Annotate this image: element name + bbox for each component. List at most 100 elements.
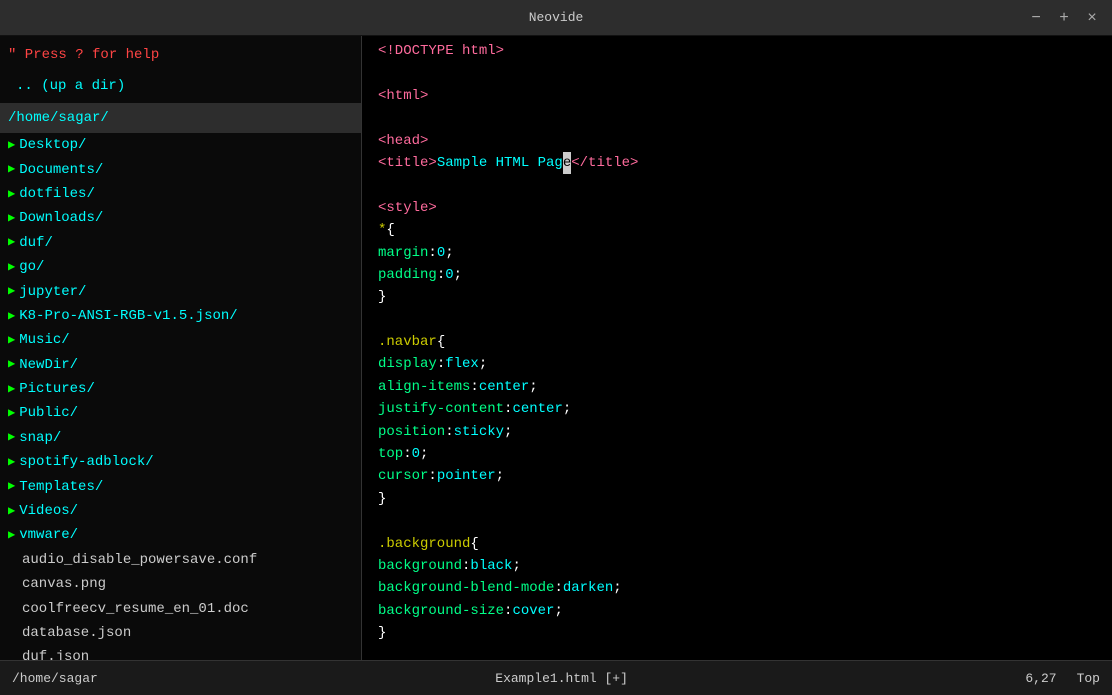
titlebar: Neovide − + × [0,0,1112,36]
editor-line: } [362,488,1112,510]
dir-name: Desktop/ [19,134,86,156]
list-item[interactable]: audio_disable_powersave.conf [0,548,361,572]
editor-line: <html> [362,85,1112,107]
list-item[interactable]: ▶vmware/ [0,523,361,547]
editor-panel[interactable]: <!DOCTYPE html> <html> <head> <title>Sam… [362,36,1112,660]
dir-name: Pictures/ [19,378,95,400]
list-item[interactable]: ▶Downloads/ [0,206,361,230]
arrow-icon: ▶ [8,428,15,447]
list-item[interactable]: ▶go/ [0,255,361,279]
list-item[interactable]: ▶duf/ [0,231,361,255]
editor-line: justify-content: center; [362,398,1112,420]
editor-line: position: sticky; [362,421,1112,443]
list-item[interactable]: ▶Templates/ [0,475,361,499]
dir-name: go/ [19,256,44,278]
editor-line [362,62,1112,84]
list-item[interactable]: ▶Documents/ [0,158,361,182]
editor-line: background: black; [362,555,1112,577]
arrow-icon: ▶ [8,453,15,472]
editor-line: .navbar { [362,331,1112,353]
dir-name: duf/ [19,232,53,254]
arrow-icon: ▶ [8,185,15,204]
dir-name: Videos/ [19,500,78,522]
dir-name: spotify-adblock/ [19,451,153,473]
statusbar-center: Example1.html [+] [495,671,628,686]
help-text-content: " Press ? for help [8,44,159,66]
file-name: database.json [22,622,131,644]
list-item[interactable]: ▶NewDir/ [0,353,361,377]
file-name: duf.json [22,646,89,660]
editor-line [362,107,1112,129]
list-item[interactable]: ▶K8-Pro-ANSI-RGB-v1.5.json/ [0,304,361,328]
arrow-icon: ▶ [8,160,15,179]
arrow-icon: ▶ [8,233,15,252]
editor-line [362,510,1112,532]
current-dir-label: /home/sagar/ [8,107,109,129]
editor-line: } [362,622,1112,644]
statusbar-left: /home/sagar [12,671,98,686]
dir-name: K8-Pro-ANSI-RGB-v1.5.json/ [19,305,237,327]
dir-name: dotfiles/ [19,183,95,205]
minimize-button[interactable]: − [1026,10,1046,26]
file-tree-list: ▶Desktop/▶Documents/▶dotfiles/▶Downloads… [0,133,361,660]
editor-line: background-size: cover; [362,600,1112,622]
list-item[interactable]: ▶Videos/ [0,499,361,523]
arrow-icon: ▶ [8,404,15,423]
list-item[interactable]: ▶Pictures/ [0,377,361,401]
status-position: 6,27 [1025,671,1056,686]
editor-line: background-blend-mode: darken; [362,577,1112,599]
list-item[interactable]: ▶Desktop/ [0,133,361,157]
editor-line: <style> [362,197,1112,219]
list-item[interactable]: ▶jupyter/ [0,280,361,304]
maximize-button[interactable]: + [1054,10,1074,26]
current-dir-item[interactable]: /home/sagar/ [0,103,361,133]
editor-line [362,174,1112,196]
editor-line: <!DOCTYPE html> [362,40,1112,62]
parent-dir-label: .. (up a dir) [8,71,133,101]
file-name: canvas.png [22,573,106,595]
editor-line: cursor: pointer; [362,465,1112,487]
list-item[interactable]: ▶Music/ [0,328,361,352]
status-file: Example1.html [+] [495,671,628,686]
editor-line: * { [362,219,1112,241]
dir-name: NewDir/ [19,354,78,376]
file-name: audio_disable_powersave.conf [22,549,257,571]
status-path: /home/sagar [12,671,98,686]
statusbar-right: 6,27 Top [1025,671,1100,686]
editor-line: <head> [362,130,1112,152]
list-item[interactable]: ▶dotfiles/ [0,182,361,206]
arrow-icon: ▶ [8,136,15,155]
editor-line: <title>Sample HTML Page</title> [362,152,1112,174]
titlebar-controls: − + × [1026,10,1102,26]
arrow-icon: ▶ [8,331,15,350]
list-item[interactable]: ▶snap/ [0,426,361,450]
parent-dir-item[interactable]: .. (up a dir) [0,70,361,102]
close-button[interactable]: × [1082,10,1102,26]
editor-line: align-items: center; [362,376,1112,398]
arrow-icon: ▶ [8,282,15,301]
list-item[interactable]: duf.json [0,645,361,660]
dir-name: jupyter/ [19,281,86,303]
file-tree-panel: " Press ? for help .. (up a dir) /home/s… [0,36,362,660]
dir-name: Documents/ [19,159,103,181]
help-text-line: " Press ? for help [0,40,361,70]
list-item[interactable]: coolfreecv_resume_en_01.doc [0,597,361,621]
arrow-icon: ▶ [8,209,15,228]
list-item[interactable]: ▶Public/ [0,401,361,425]
editor-line: top: 0; [362,443,1112,465]
arrow-icon: ▶ [8,307,15,326]
editor-line: .background { [362,533,1112,555]
statusbar: /home/sagar Example1.html [+] 6,27 Top [0,660,1112,695]
file-name: coolfreecv_resume_en_01.doc [22,598,249,620]
editor-line: padding: 0; [362,264,1112,286]
list-item[interactable]: canvas.png [0,572,361,596]
list-item[interactable]: database.json [0,621,361,645]
arrow-icon: ▶ [8,502,15,521]
editor-line: display: flex; [362,353,1112,375]
dir-name: Public/ [19,402,78,424]
list-item[interactable]: ▶spotify-adblock/ [0,450,361,474]
arrow-icon: ▶ [8,258,15,277]
dir-name: Templates/ [19,476,103,498]
editor-line: } [362,286,1112,308]
main-container: " Press ? for help .. (up a dir) /home/s… [0,36,1112,660]
